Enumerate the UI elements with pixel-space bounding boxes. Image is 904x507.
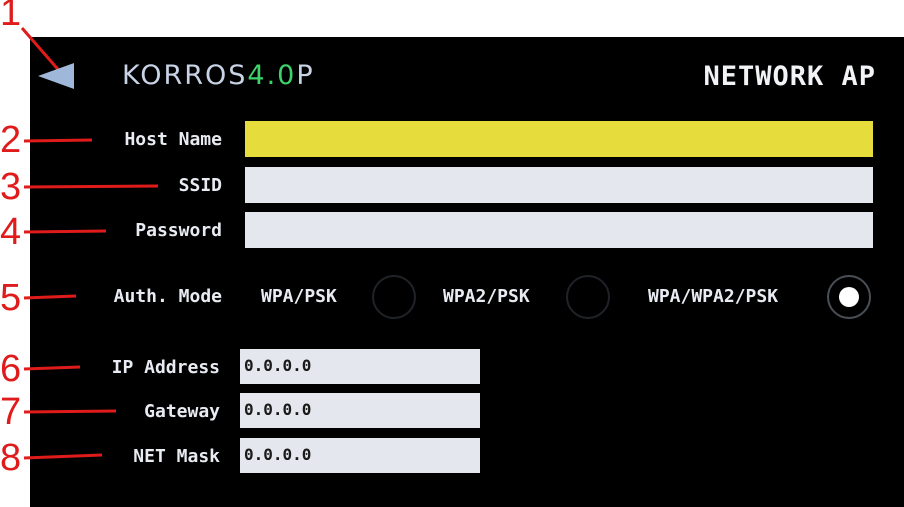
- gateway-value: 0.0.0.0: [244, 400, 312, 419]
- back-arrow-icon[interactable]: [38, 63, 74, 89]
- ip-address-label: IP Address: [111, 357, 220, 378]
- password-value: [245, 219, 249, 238]
- net-mask-value: 0.0.0.0: [244, 445, 312, 464]
- gateway-label: Gateway: [144, 401, 220, 422]
- pointer-5: [23, 294, 77, 300]
- ssid-field[interactable]: [245, 167, 873, 203]
- auth-option-wpa-wpa2-psk-label: WPA/WPA2/PSK: [648, 286, 779, 307]
- logo: KORROS4.0P: [122, 60, 315, 91]
- auth-option-wpa-psk-radio[interactable]: [372, 275, 416, 319]
- net-mask-field[interactable]: 0.0.0.0: [240, 438, 480, 473]
- host-name-field[interactable]: [245, 121, 873, 157]
- auth-option-wpa2-psk-radio[interactable]: [566, 275, 610, 319]
- ip-address-field[interactable]: 0.0.0.0: [240, 349, 480, 384]
- password-field[interactable]: [245, 212, 873, 248]
- auth-option-wpa-wpa2-psk-radio[interactable]: [827, 275, 871, 319]
- ip-address-value: 0.0.0.0: [244, 356, 312, 375]
- net-mask-label: NET Mask: [133, 446, 220, 467]
- gateway-field[interactable]: 0.0.0.0: [240, 393, 480, 428]
- password-label: Password: [135, 220, 222, 241]
- page-title: NETWORK AP: [703, 61, 876, 92]
- auth-option-wpa2-psk-label: WPA2/PSK: [443, 286, 530, 307]
- auth-option-wpa-psk-label: WPA/PSK: [261, 286, 337, 307]
- ssid-value: [245, 174, 249, 193]
- host-name-label: Host Name: [124, 129, 222, 150]
- auth-mode-label: Auth. Mode: [113, 286, 222, 307]
- host-name-value: [245, 128, 249, 147]
- ssid-label: SSID: [178, 175, 222, 196]
